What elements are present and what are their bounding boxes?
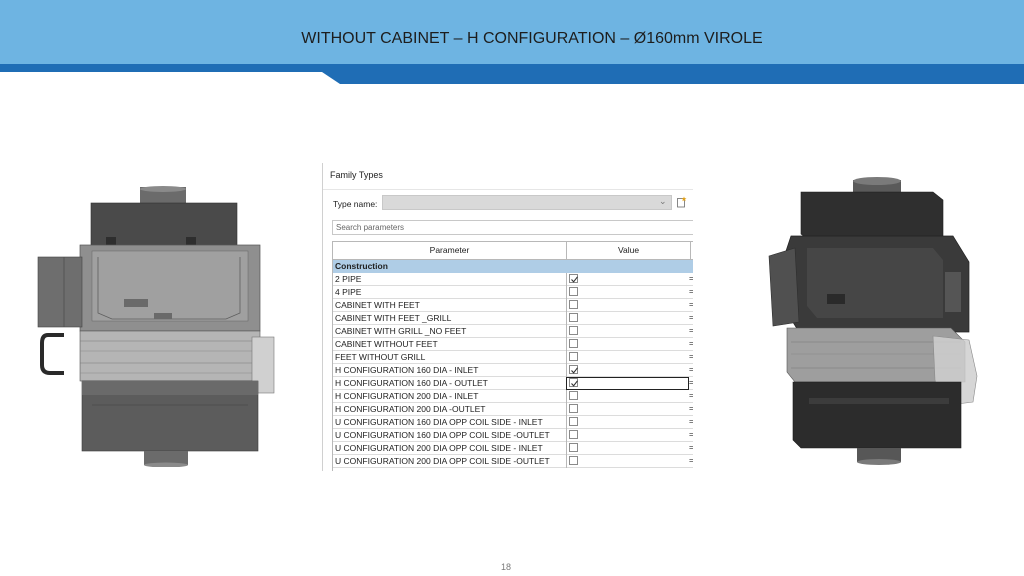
parameter-checkbox[interactable] xyxy=(569,300,578,309)
parameter-checkbox[interactable] xyxy=(569,326,578,335)
column-divider xyxy=(566,455,567,468)
parameter-checkbox[interactable] xyxy=(569,313,578,322)
parameter-name: U CONFIGURATION 200 DIA OPP COIL SIDE -O… xyxy=(335,456,550,466)
check-icon xyxy=(571,276,578,283)
parameter-name: CABINET WITH FEET xyxy=(335,300,420,310)
parameter-name: U CONFIGURATION 160 DIA OPP COIL SIDE -O… xyxy=(335,430,550,440)
parameter-checkbox[interactable] xyxy=(569,404,578,413)
formula-marker: = xyxy=(689,364,693,376)
parameter-checkbox[interactable] xyxy=(569,443,578,452)
parameter-checkbox[interactable] xyxy=(569,365,578,374)
parameter-row[interactable]: U CONFIGURATION 200 DIA OPP COIL SIDE - … xyxy=(333,442,693,455)
caption-divider xyxy=(323,189,693,190)
family-types-dialog: Family Types Type name: ⌄ Parameter Valu… xyxy=(322,163,693,471)
isometric-view-unit-image xyxy=(768,177,978,465)
formula-marker: = xyxy=(689,377,693,389)
search-parameters-input[interactable] xyxy=(332,220,693,235)
parameter-name: CABINET WITHOUT FEET xyxy=(335,339,438,349)
parameter-name: FEET WITHOUT GRILL xyxy=(335,352,426,362)
parameter-checkbox[interactable] xyxy=(569,274,578,283)
column-header-parameter[interactable]: Parameter xyxy=(333,242,567,259)
column-divider xyxy=(566,390,567,403)
parameter-name: H CONFIGURATION 160 DIA - INLET xyxy=(335,365,479,375)
column-divider xyxy=(566,442,567,455)
column-divider xyxy=(566,429,567,442)
dialog-caption: Family Types xyxy=(330,170,383,180)
type-name-dropdown[interactable] xyxy=(382,195,672,210)
check-icon xyxy=(571,367,578,374)
parameter-row[interactable]: CABINET WITHOUT FEET = xyxy=(333,338,693,351)
parameter-checkbox[interactable] xyxy=(569,456,578,465)
parameter-checkbox[interactable] xyxy=(569,391,578,400)
parameter-row[interactable]: 4 PIPE = xyxy=(333,286,693,299)
parameter-row[interactable]: U CONFIGURATION 200 DIA OPP COIL SIDE -O… xyxy=(333,455,693,468)
group-row-construction[interactable]: Construction xyxy=(333,260,693,273)
column-divider xyxy=(566,312,567,325)
parameter-row[interactable]: 2 PIPE = xyxy=(333,273,693,286)
parameter-row[interactable]: CABINET WITH GRILL _NO FEET = xyxy=(333,325,693,338)
formula-marker: = xyxy=(689,273,693,285)
column-divider xyxy=(566,364,567,377)
parameter-name: U CONFIGURATION 200 DIA OPP COIL SIDE - … xyxy=(335,443,543,453)
parameter-row[interactable]: CABINET WITH FEET = xyxy=(333,299,693,312)
parameter-name: CABINET WITH FEET _GRILL xyxy=(335,313,452,323)
column-divider xyxy=(566,273,567,286)
formula-marker: = xyxy=(689,455,693,467)
new-type-icon[interactable] xyxy=(676,196,688,208)
parameter-row[interactable]: H CONFIGURATION 200 DIA -OUTLET = xyxy=(333,403,693,416)
chevron-down-icon[interactable]: ⌄ xyxy=(659,196,667,207)
parameter-table: Parameter Value Construction 2 PIPE=4 PI… xyxy=(332,241,693,471)
header-band xyxy=(0,64,1024,84)
parameter-checkbox[interactable] xyxy=(569,339,578,348)
page-number: 18 xyxy=(500,562,511,572)
parameter-name: 4 PIPE xyxy=(335,287,362,297)
formula-marker: = xyxy=(689,429,693,441)
parameter-checkbox[interactable] xyxy=(569,417,578,426)
parameter-name: CABINET WITH GRILL _NO FEET xyxy=(335,326,467,336)
formula-marker: = xyxy=(689,325,693,337)
column-divider xyxy=(566,299,567,312)
parameter-row[interactable]: U CONFIGURATION 160 DIA OPP COIL SIDE -O… xyxy=(333,429,693,442)
parameter-name: H CONFIGURATION 200 DIA -OUTLET xyxy=(335,404,486,414)
column-divider xyxy=(566,416,567,429)
formula-marker: = xyxy=(689,286,693,298)
parameter-row[interactable]: FEET WITHOUT GRILL = xyxy=(333,351,693,364)
formula-marker: = xyxy=(689,338,693,350)
column-divider xyxy=(566,286,567,299)
formula-marker: = xyxy=(689,312,693,324)
formula-marker: = xyxy=(689,390,693,402)
type-name-label: Type name: xyxy=(333,199,378,209)
parameter-row[interactable]: U CONFIGURATION 160 DIA OPP COIL SIDE - … xyxy=(333,416,693,429)
column-divider xyxy=(566,338,567,351)
formula-marker: = xyxy=(689,299,693,311)
parameter-name: H CONFIGURATION 160 DIA - OUTLET xyxy=(335,378,488,388)
parameter-name: H CONFIGURATION 200 DIA - INLET xyxy=(335,391,479,401)
slide-title: WITHOUT CABINET – H CONFIGURATION – Ø160… xyxy=(301,30,763,47)
column-header-value[interactable]: Value xyxy=(567,242,691,259)
formula-marker: = xyxy=(689,416,693,428)
column-divider xyxy=(566,325,567,338)
column-divider xyxy=(566,351,567,364)
formula-marker: = xyxy=(689,403,693,415)
parameter-row[interactable]: H CONFIGURATION 200 DIA - INLET = xyxy=(333,390,693,403)
parameter-name: U CONFIGURATION 160 DIA OPP COIL SIDE - … xyxy=(335,417,543,427)
front-view-unit-image xyxy=(37,186,275,467)
parameter-row[interactable]: H CONFIGURATION 160 DIA - INLET = xyxy=(333,364,693,377)
column-divider xyxy=(566,403,567,416)
parameter-row[interactable]: H CONFIGURATION 160 DIA - OUTLET = xyxy=(333,377,693,390)
formula-marker: = xyxy=(689,351,693,363)
parameter-name: 2 PIPE xyxy=(335,274,362,284)
formula-marker: = xyxy=(689,442,693,454)
parameter-checkbox[interactable] xyxy=(569,352,578,361)
selected-cell-outline xyxy=(566,377,689,390)
parameter-checkbox[interactable] xyxy=(569,430,578,439)
parameter-row[interactable]: CABINET WITH FEET _GRILL = xyxy=(333,312,693,325)
parameter-checkbox[interactable] xyxy=(569,287,578,296)
